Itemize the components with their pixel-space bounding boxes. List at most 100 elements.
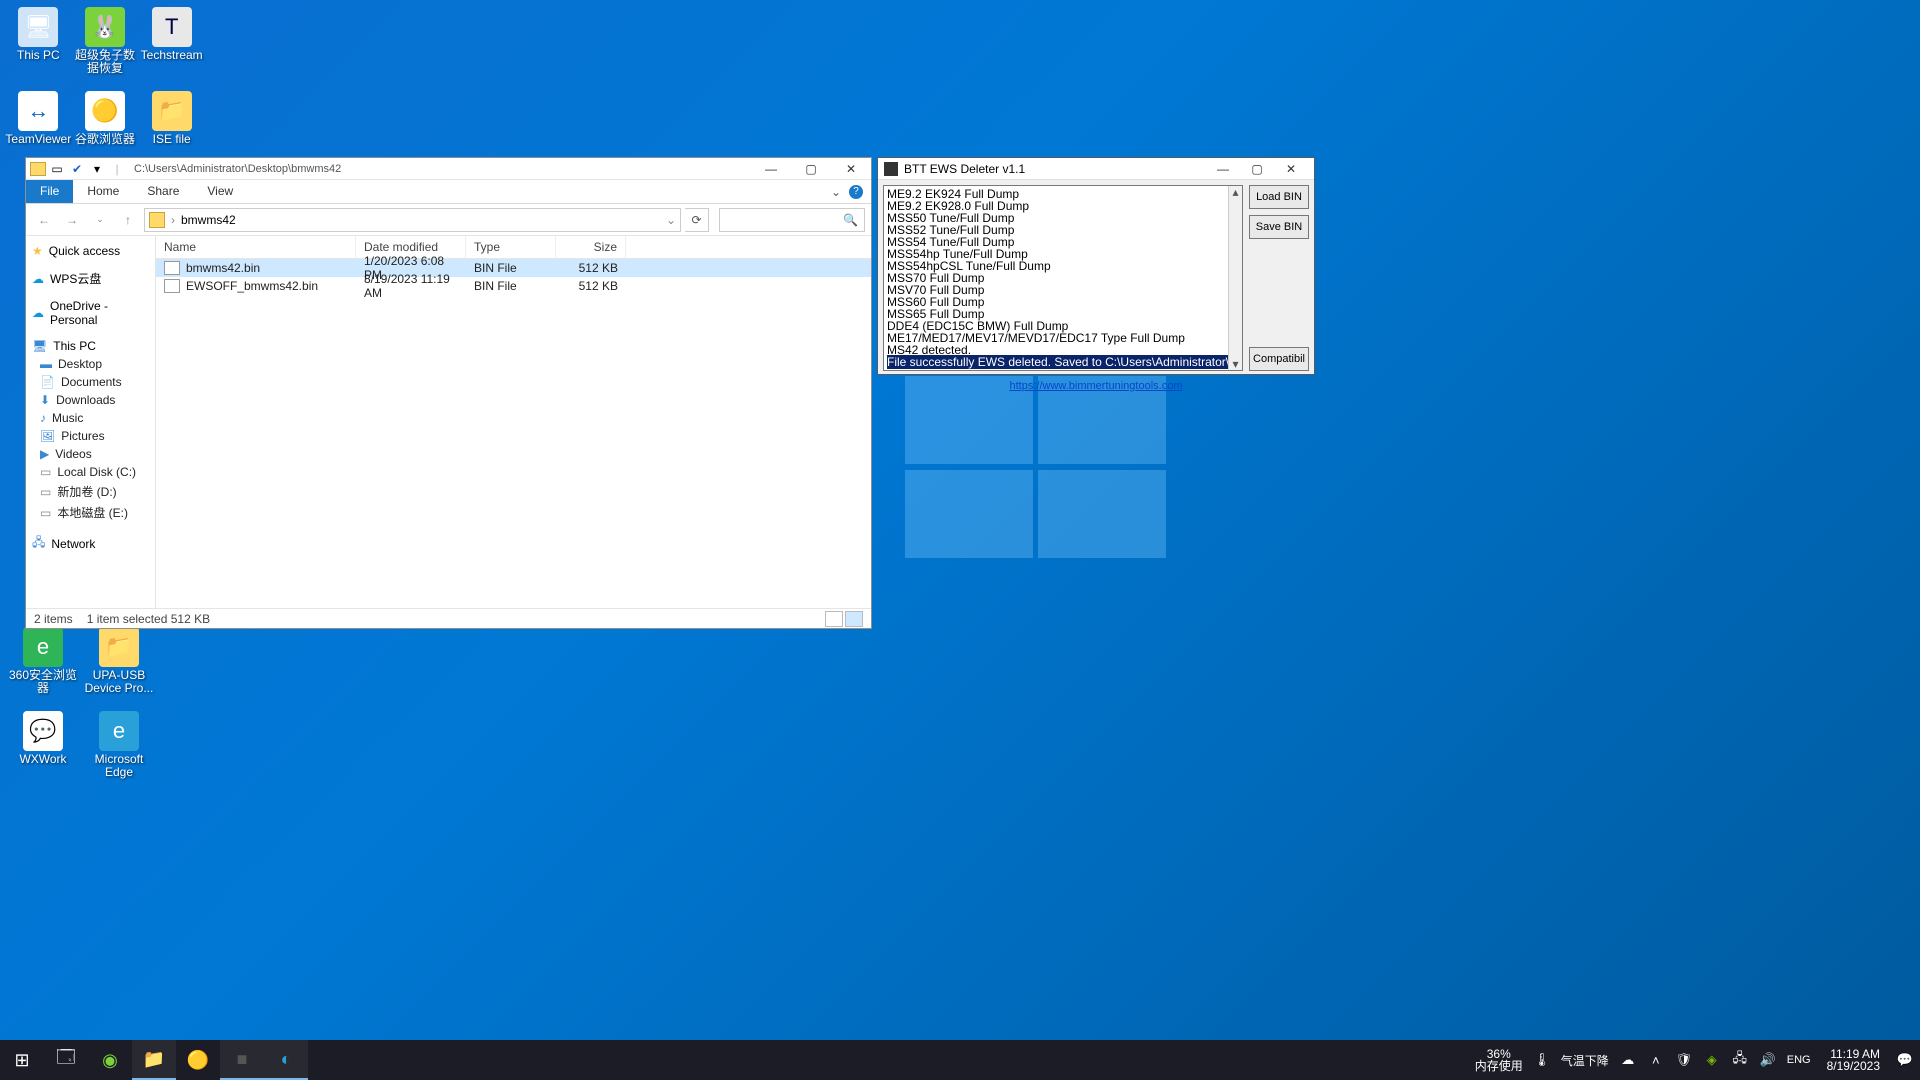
tb-app1[interactable]: ◉ — [88, 1040, 132, 1080]
nav-d-drive[interactable]: ▭新加卷 (D:) — [26, 481, 155, 502]
ribbon-file[interactable]: File — [26, 180, 73, 203]
nav-music[interactable]: ♪Music — [26, 409, 155, 427]
weather-text[interactable]: 气温下降 — [1561, 1052, 1609, 1069]
app-maximize-button[interactable]: ▢ — [1240, 158, 1274, 180]
desktop-icon-edge[interactable]: eMicrosoft Edge — [81, 711, 157, 779]
nav-pictures[interactable]: 🖼Pictures — [26, 427, 155, 445]
folder-icon — [149, 212, 165, 228]
start-button[interactable]: ⊞ — [0, 1040, 44, 1080]
col-name[interactable]: Name — [156, 236, 356, 258]
tray-network-icon[interactable]: 🖧 — [1731, 1051, 1749, 1069]
load-bin-button[interactable]: Load BIN — [1249, 185, 1309, 209]
tb-app2[interactable]: ◐ — [264, 1040, 308, 1080]
app-log[interactable]: ME9.2 EK924 Full DumpME9.2 EK928.0 Full … — [883, 185, 1243, 371]
breadcrumb[interactable]: bmwms42 — [181, 213, 236, 227]
nav-forward-icon[interactable]: → — [60, 208, 84, 232]
nav-quick-access[interactable]: ★Quick access — [26, 242, 155, 260]
breadcrumb-sep: › — [171, 213, 175, 227]
tray-up-icon[interactable]: ˄ — [1647, 1051, 1665, 1069]
desktop-icon-this-pc[interactable]: 🖥This PC — [5, 7, 72, 75]
tray-shield-icon[interactable]: 🛡 — [1675, 1051, 1693, 1069]
nav-desktop[interactable]: ▬Desktop — [26, 355, 155, 373]
tb-terminal[interactable]: ■ — [220, 1040, 264, 1080]
taskview-button[interactable]: 🗔 — [44, 1040, 88, 1080]
nav-e-drive[interactable]: ▭本地磁盘 (E:) — [26, 502, 155, 523]
desktop-icon-isefile[interactable]: 📁ISE file — [138, 91, 205, 146]
app-icon — [884, 162, 898, 176]
app-titlebar[interactable]: BTT EWS Deleter v1.1 — ▢ ✕ — [878, 158, 1314, 180]
nav-documents[interactable]: 📄Documents — [26, 373, 155, 391]
tb-chrome[interactable]: 🟡 — [176, 1040, 220, 1080]
qat-props-icon[interactable]: ▭ — [48, 160, 66, 178]
taskbar: ⊞ 🗔 ◉ 📁 🟡 ■ ◐ 36%内存使用 🌡 气温下降 ☁ ˄ 🛡 ◈ 🖧 🔊… — [0, 1040, 1920, 1080]
ribbon-home[interactable]: Home — [73, 180, 133, 203]
ribbon-view[interactable]: View — [193, 180, 247, 203]
desktop-icon-techstream[interactable]: TTechstream — [138, 7, 205, 75]
status-selection: 1 item selected 512 KB — [87, 612, 210, 626]
tb-memory[interactable]: 36%内存使用 — [1475, 1048, 1523, 1072]
col-size[interactable]: Size — [556, 236, 626, 258]
nav-recent-icon[interactable]: ⌄ — [88, 208, 112, 232]
tb-clock[interactable]: 11:19 AM8/19/2023 — [1821, 1048, 1886, 1072]
minimize-button[interactable]: — — [751, 158, 791, 180]
maximize-button[interactable]: ▢ — [791, 158, 831, 180]
status-count: 2 items — [34, 612, 73, 626]
explorer-address-bar: ← → ⌄ ↑ › bmwms42 ⌄ ⟳ 🔍 — [26, 204, 871, 236]
tray-onedrive-icon[interactable]: ☁ — [1619, 1051, 1637, 1069]
view-details-icon[interactable] — [825, 611, 843, 627]
weather-icon[interactable]: 🌡 — [1533, 1051, 1551, 1069]
nav-this-pc[interactable]: 🖥This PC — [26, 337, 155, 355]
nav-pane: ★Quick access ☁WPS云盘 ☁OneDrive - Persona… — [26, 236, 156, 608]
app-link[interactable]: https://www.bimmertuningtools.com — [1009, 380, 1182, 392]
help-icon[interactable]: ? — [849, 185, 863, 199]
app-close-button[interactable]: ✕ — [1274, 158, 1308, 180]
tb-lang[interactable]: ENG — [1787, 1054, 1811, 1066]
nav-up-icon[interactable]: ↑ — [116, 208, 140, 232]
qat-dropdown-icon[interactable]: ▾ — [88, 160, 106, 178]
list-header[interactable]: Name Date modified Type Size — [156, 236, 871, 259]
nav-c-drive[interactable]: ▭Local Disk (C:) — [26, 463, 155, 481]
close-button[interactable]: ✕ — [831, 158, 871, 180]
address-input[interactable]: › bmwms42 ⌄ — [144, 208, 681, 232]
file-row[interactable]: EWSOFF_bmwms42.bin8/19/2023 11:19 AMBIN … — [156, 277, 871, 295]
col-type[interactable]: Type — [466, 236, 556, 258]
nav-videos[interactable]: ▶Videos — [26, 445, 155, 463]
nav-network[interactable]: 🖧Network — [26, 531, 155, 556]
file-row[interactable]: bmwms42.bin1/20/2023 6:08 PMBIN File512 … — [156, 259, 871, 277]
desktop-icon-rabbit[interactable]: 🐰超级兔子数 据恢复 — [72, 7, 139, 75]
status-bar: 2 items 1 item selected 512 KB — [26, 608, 871, 628]
app-minimize-button[interactable]: — — [1206, 158, 1240, 180]
tb-explorer[interactable]: 📁 — [132, 1040, 176, 1080]
qat-sep: | — [108, 160, 126, 178]
ribbon-expand-icon[interactable]: ⌄ — [831, 185, 841, 199]
view-large-icon[interactable] — [845, 611, 863, 627]
desktop-icon-upa[interactable]: 📁UPA-USB Device Pro... — [81, 627, 157, 695]
folder-icon — [30, 162, 46, 176]
desktop-icon-chrome[interactable]: 🟡谷歌浏览器 — [72, 91, 139, 146]
tray-volume-icon[interactable]: 🔊 — [1759, 1051, 1777, 1069]
desktop-icon-360[interactable]: e360安全浏览器 — [5, 627, 81, 695]
scrollbar[interactable]: ▴▾ — [1228, 186, 1242, 370]
ribbon-share[interactable]: Share — [133, 180, 193, 203]
tray-nvidia-icon[interactable]: ◈ — [1703, 1051, 1721, 1069]
desktop-icon-teamviewer[interactable]: ↔TeamViewer — [5, 91, 72, 146]
refresh-icon[interactable]: ⟳ — [685, 208, 709, 232]
qat-check-icon[interactable]: ✔ — [68, 160, 86, 178]
app-title: BTT EWS Deleter v1.1 — [904, 162, 1025, 176]
explorer-window: ▭ ✔ ▾ | C:\Users\Administrator\Desktop\b… — [25, 157, 872, 629]
nav-downloads[interactable]: ⬇Downloads — [26, 391, 155, 409]
scroll-down-icon[interactable]: ▾ — [1232, 358, 1238, 370]
nav-wps[interactable]: ☁WPS云盘 — [26, 268, 155, 289]
addr-dropdown-icon[interactable]: ⌄ — [666, 213, 676, 227]
search-icon: 🔍 — [843, 213, 858, 227]
explorer-titlebar[interactable]: ▭ ✔ ▾ | C:\Users\Administrator\Desktop\b… — [26, 158, 871, 180]
nav-onedrive[interactable]: ☁OneDrive - Personal — [26, 297, 155, 329]
search-input[interactable]: 🔍 — [719, 208, 865, 232]
save-bin-button[interactable]: Save BIN — [1249, 215, 1309, 239]
desktop-icon-wxwork[interactable]: 💬WXWork — [5, 711, 81, 779]
compatibil-button[interactable]: Compatibil — [1249, 347, 1309, 371]
tray-notifications-icon[interactable]: 💬 — [1896, 1051, 1914, 1069]
wallpaper-logo — [905, 376, 1169, 559]
scroll-up-icon[interactable]: ▴ — [1232, 186, 1238, 198]
nav-back-icon[interactable]: ← — [32, 208, 56, 232]
